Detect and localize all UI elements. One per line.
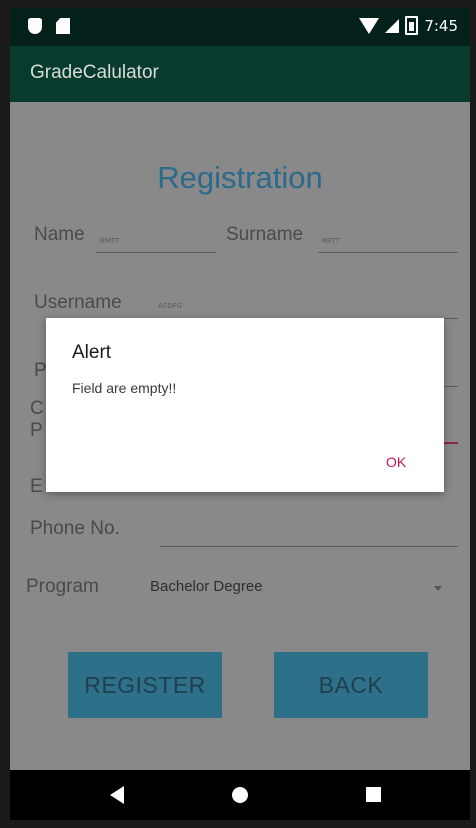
phone-label: Phone No.: [30, 518, 120, 539]
name-field-underline[interactable]: [96, 252, 216, 253]
dialog-title: Alert: [72, 342, 112, 363]
dropdown-caret-icon[interactable]: [434, 586, 442, 591]
phone-screen: 7:45 GradeCalulator Registration Name RM…: [10, 8, 470, 820]
ok-button[interactable]: OK: [386, 454, 406, 470]
shield-icon: [28, 18, 42, 34]
recents-nav-icon[interactable]: [366, 787, 381, 802]
home-nav-icon[interactable]: [232, 787, 248, 803]
name-label: Name: [34, 224, 85, 245]
name-field-value[interactable]: RMTT: [100, 237, 119, 245]
username-label: Username: [34, 292, 122, 313]
navigation-bar: [10, 770, 470, 820]
register-button[interactable]: REGISTER: [68, 652, 222, 718]
program-label: Program: [26, 576, 99, 597]
confirm-password-label-line2: P: [30, 420, 43, 441]
status-bar: 7:45: [10, 8, 470, 46]
sdcard-icon: [56, 18, 70, 34]
phone-field-underline[interactable]: [160, 546, 458, 547]
app-bar: GradeCalulator: [10, 46, 470, 102]
back-nav-icon[interactable]: [110, 786, 124, 804]
wifi-icon: [359, 17, 380, 34]
back-button[interactable]: BACK: [274, 652, 428, 718]
surname-field-value[interactable]: RRTT: [322, 237, 340, 245]
status-time: 7:45: [424, 16, 458, 35]
surname-label: Surname: [226, 224, 304, 245]
alert-dialog: Alert Field are empty!! OK: [46, 318, 444, 492]
email-label: E: [30, 476, 43, 497]
page-title: Registration: [157, 160, 323, 195]
program-select[interactable]: Bachelor Degree: [150, 578, 263, 595]
battery-icon: [405, 16, 419, 35]
username-field-value[interactable]: ASDFG: [158, 302, 182, 310]
surname-field-underline[interactable]: [318, 252, 458, 253]
dialog-message: Field are empty!!: [72, 380, 177, 396]
app-title: GradeCalulator: [30, 62, 159, 83]
password-label: P: [34, 360, 47, 381]
confirm-password-label-line1: C: [30, 398, 44, 419]
signal-icon: [385, 18, 400, 33]
